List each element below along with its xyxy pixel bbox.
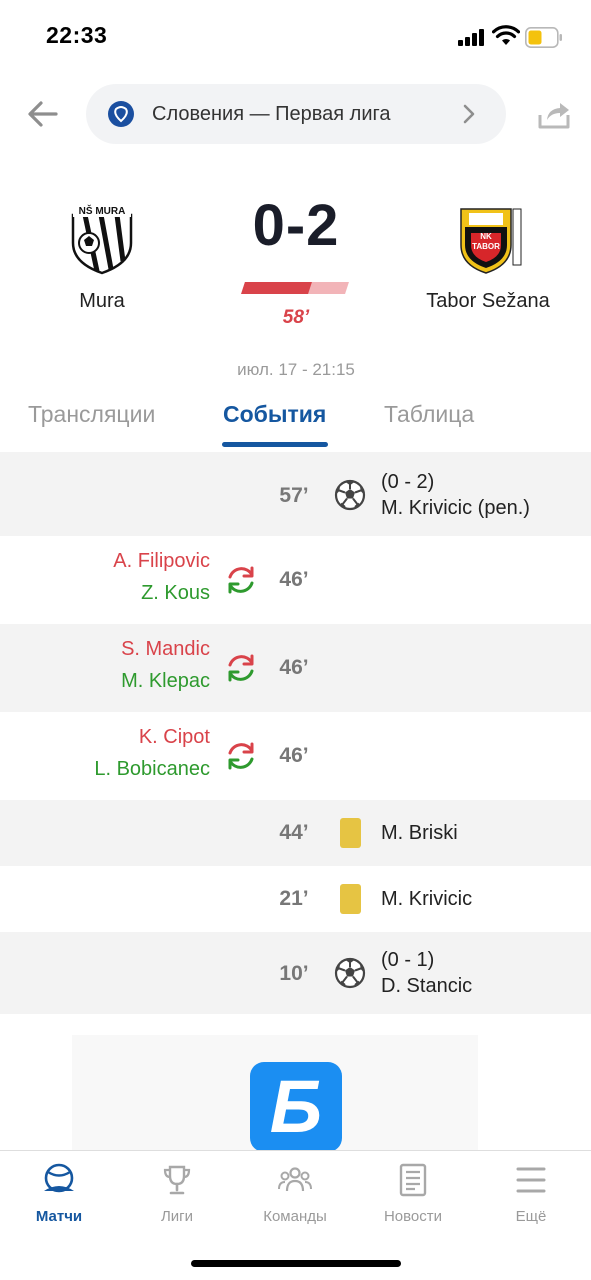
substitution-icon	[228, 566, 254, 594]
stadium-icon	[44, 1163, 74, 1193]
away-team-logo: NK TABOR	[453, 205, 523, 275]
event-row[interactable]: S. Mandic M. Klepac 46’	[0, 624, 591, 712]
home-indicator[interactable]	[191, 1260, 401, 1267]
match-tabs: Трансляции События Таблица	[0, 395, 591, 447]
trophy-icon	[163, 1165, 191, 1195]
active-tab-indicator	[222, 442, 328, 447]
event-player: D. Stancic	[381, 975, 473, 997]
event-row[interactable]: 44’ M. Briski	[0, 800, 591, 866]
soccer-ball-icon	[334, 957, 366, 989]
event-score: (0 - 2)	[381, 471, 435, 493]
nav-label: Ещё	[515, 1208, 547, 1225]
menu-icon	[516, 1167, 546, 1193]
yellow-card-icon	[340, 818, 361, 848]
match-score: 0-2	[252, 193, 340, 258]
wifi-icon	[492, 25, 520, 45]
match-date: июл. 17 - 21:15	[237, 360, 355, 379]
nav-label: Команды	[263, 1208, 327, 1225]
tab-events[interactable]: События	[223, 401, 326, 428]
tab-table[interactable]: Таблица	[384, 401, 474, 428]
cellular-signal-icon	[458, 28, 484, 46]
event-row[interactable]: 10’ (0 - 1) D. Stancic	[0, 932, 591, 1014]
nav-more[interactable]: Ещё	[472, 1163, 590, 1225]
event-score: (0 - 1)	[381, 949, 435, 971]
league-selector[interactable]: Словения — Первая лига	[86, 84, 506, 144]
away-team-name: Tabor Sežana	[426, 290, 550, 312]
soccer-ball-icon	[334, 479, 366, 511]
nav-label: Новости	[383, 1208, 443, 1225]
nav-label: Матчи	[35, 1208, 83, 1225]
event-row[interactable]: K. Cipot L. Bobicanec 46’	[0, 712, 591, 800]
player-in: M. Klepac	[121, 670, 210, 692]
home-team-logo: NŠ MURA	[67, 205, 137, 275]
event-minute: 46’	[279, 656, 309, 679]
event-minute: 10’	[279, 962, 309, 985]
event-minute: 46’	[279, 568, 309, 591]
player-in: Z. Kous	[141, 582, 210, 604]
player-out: K. Cipot	[138, 726, 210, 748]
yellow-card-icon	[340, 884, 361, 914]
league-logo-icon	[108, 101, 134, 127]
events-list: 57’ (0 - 2) M. Krivicic (pen.) A. Filipo…	[0, 452, 591, 1014]
status-time: 22:33	[46, 22, 108, 48]
nav-leagues[interactable]: Лиги	[118, 1163, 236, 1225]
home-logo-text: NŠ MURA	[78, 206, 126, 217]
bookmaker-logo[interactable]: Б	[250, 1062, 342, 1152]
substitution-icon	[228, 742, 254, 770]
substitution-icon	[228, 654, 254, 682]
nav-news[interactable]: Новости	[354, 1163, 472, 1225]
nav-label: Лиги	[160, 1208, 194, 1225]
player-out: S. Mandic	[121, 638, 210, 660]
event-row[interactable]: 57’ (0 - 2) M. Krivicic (pen.)	[0, 452, 591, 536]
arrow-left-icon[interactable]	[26, 97, 60, 131]
event-minute: 57’	[279, 484, 309, 507]
league-name: Словения — Первая лига	[152, 103, 391, 125]
tab-broadcasts[interactable]: Трансляции	[28, 401, 155, 428]
event-minute: 46’	[279, 744, 309, 767]
away-team[interactable]: NK TABOR Tabor Sežana	[403, 205, 573, 313]
event-row[interactable]: A. Filipovic Z. Kous 46’	[0, 536, 591, 624]
team-icon	[278, 1167, 312, 1192]
player-in: L. Bobicanec	[94, 758, 210, 780]
status-bar: 22:33	[0, 0, 591, 70]
player-out: A. Filipovic	[113, 550, 210, 572]
nav-teams[interactable]: Команды	[236, 1163, 354, 1225]
event-player: M. Briski	[381, 822, 458, 844]
battery-icon	[525, 27, 562, 48]
chevron-right-icon	[463, 104, 475, 124]
event-minute: 44’	[279, 821, 309, 844]
away-logo-text: NK TABOR	[472, 232, 500, 251]
event-player: M. Krivicic (pen.)	[381, 497, 530, 519]
match-progress-bar	[241, 282, 349, 294]
match-progress-fill	[241, 282, 312, 294]
home-team-name: Mura	[79, 290, 125, 312]
home-team[interactable]: NŠ MURA Mura	[17, 205, 187, 313]
nav-matches[interactable]: Матчи	[0, 1163, 118, 1225]
news-icon	[399, 1163, 427, 1197]
event-minute: 21’	[279, 887, 309, 910]
event-player: M. Krivicic	[381, 888, 473, 910]
share-icon[interactable]	[536, 95, 572, 131]
event-row[interactable]: 21’ M. Krivicic	[0, 866, 591, 932]
match-minute: 58’	[282, 307, 310, 328]
